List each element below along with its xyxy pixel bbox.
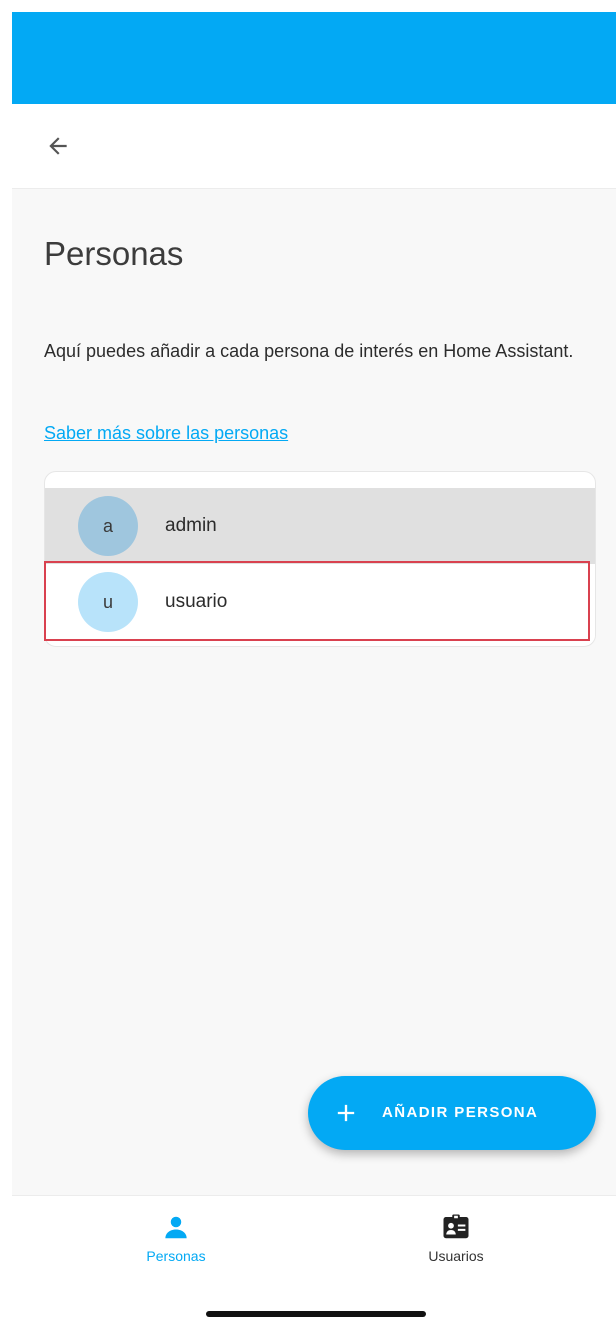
home-indicator bbox=[206, 1311, 426, 1317]
avatar: a bbox=[78, 496, 138, 556]
add-person-label: AÑADIR PERSONA bbox=[382, 1104, 539, 1121]
bottom-navigation: Personas Usuarios bbox=[12, 1195, 616, 1296]
status-bar bbox=[12, 12, 616, 104]
person-row-usuario[interactable]: u usuario bbox=[45, 564, 595, 640]
arrow-left-icon bbox=[49, 137, 67, 155]
page-description: Aquí puedes añadir a cada persona de int… bbox=[44, 341, 574, 361]
avatar-initial: a bbox=[102, 515, 113, 536]
person-icon bbox=[165, 1216, 187, 1239]
tab-personas-label: Personas bbox=[146, 1248, 206, 1264]
tab-usuarios-label: Usuarios bbox=[428, 1248, 484, 1264]
avatar: u bbox=[78, 572, 138, 632]
user-badge-icon bbox=[443, 1214, 469, 1239]
plus-icon bbox=[337, 1104, 355, 1122]
main-content: Personas Aquí puedes añadir a cada perso… bbox=[12, 189, 616, 1195]
tab-usuarios[interactable]: Usuarios bbox=[336, 1196, 576, 1296]
learn-more-link[interactable]: Saber más sobre las personas bbox=[44, 423, 288, 444]
page-title: Personas bbox=[44, 235, 184, 272]
add-person-button[interactable]: AÑADIR PERSONA bbox=[308, 1076, 596, 1150]
avatar-initial: u bbox=[102, 591, 113, 612]
back-button[interactable] bbox=[38, 126, 78, 166]
top-toolbar bbox=[12, 104, 616, 189]
tab-personas[interactable]: Personas bbox=[56, 1196, 296, 1296]
person-name: usuario bbox=[165, 591, 228, 612]
persons-list: a admin u usuario bbox=[44, 471, 596, 647]
person-row-admin[interactable]: a admin bbox=[45, 488, 595, 564]
person-name: admin bbox=[165, 515, 217, 536]
